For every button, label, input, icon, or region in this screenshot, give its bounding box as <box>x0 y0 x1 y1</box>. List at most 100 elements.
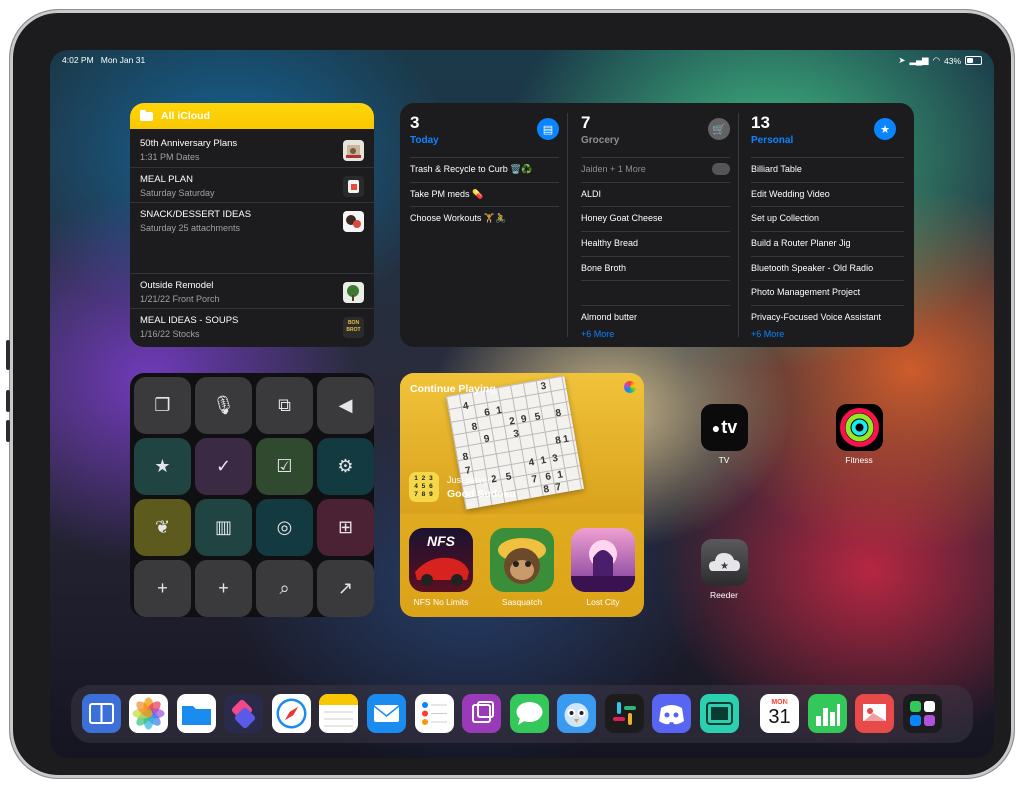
shortcut-calendar-check-button[interactable]: ✓ <box>195 438 252 495</box>
reminder-item[interactable]: Edit Wedding Video <box>751 181 904 207</box>
reminder-item[interactable]: Honey Goat Cheese <box>581 206 730 231</box>
more-link[interactable]: +6 More <box>751 329 784 339</box>
reminder-item[interactable]: Billiard Table <box>751 157 904 182</box>
reminder-item[interactable]: Trash & Recycle to Curb 🗑️♻️ <box>410 157 559 182</box>
shortcut-plus-button[interactable]: + <box>195 560 252 617</box>
list-count: 3 <box>410 113 420 132</box>
reminders-widget[interactable]: 3 Today ▤ Trash & Recycle to Curb 🗑️♻️ T… <box>400 103 914 347</box>
safari-icon[interactable] <box>272 694 311 733</box>
shortcut-steam-button[interactable]: ⚙ <box>317 438 374 495</box>
note-item[interactable]: SNACK/DESSERT IDEAS Saturday 25 attachme… <box>130 202 374 237</box>
game-center-widget[interactable]: Continue Playing 461 382 958 938 781 254… <box>400 373 644 617</box>
game-center-icon <box>624 381 636 393</box>
notes-folder-header[interactable]: All iCloud <box>130 103 374 129</box>
split-view-icon[interactable] <box>82 694 121 733</box>
sidecar-icon[interactable] <box>700 694 739 733</box>
continue-playing-panel[interactable]: Continue Playing 461 382 958 938 781 254… <box>400 373 644 514</box>
shortcut-calendar-star-button[interactable]: ★ <box>134 438 191 495</box>
library-icon: ▥ <box>214 517 232 537</box>
checkbox-icon: ☑ <box>276 456 293 476</box>
reminders-list-personal[interactable]: 13 Personal ★ Billiard Table Edit Weddin… <box>741 103 914 347</box>
calendar-day-text: 31 <box>768 706 791 728</box>
play-back-icon: ◀ <box>338 395 353 415</box>
shortcut-play-back-button[interactable]: ◀ <box>317 377 374 434</box>
note-item[interactable]: 50th Anniversary Plans 1:31 PM Dates <box>130 132 374 167</box>
files-icon[interactable] <box>177 694 216 733</box>
steering-wheel-icon: ◎ <box>276 517 293 537</box>
reminder-items: Billiard Table Edit Wedding Video Set up… <box>751 157 904 330</box>
shortcut-leaf-button[interactable]: ❦ <box>134 499 191 556</box>
note-title: Outside Remodel <box>140 280 214 291</box>
note-item[interactable]: MEAL IDEAS - SOUPS 1/16/22 Stocks BON BR… <box>130 308 374 343</box>
shortcut-scan-text-button[interactable]: ⧉ <box>256 377 313 434</box>
shortcut-search-button[interactable]: ⌕ <box>256 560 313 617</box>
tv-app-icon[interactable]: ● tv <box>701 404 748 451</box>
avatars-icon <box>712 163 730 175</box>
shortcuts-icon[interactable] <box>224 694 263 733</box>
cart-icon: 🛒 <box>708 118 730 140</box>
reminder-item[interactable]: Choose Workouts 🏋️🚴 <box>410 206 559 231</box>
note-item[interactable]: MEAL PLAN Saturday Saturday <box>130 167 374 202</box>
app-label: Fitness <box>845 455 873 465</box>
reminder-item[interactable]: Take PM meds 💊 <box>410 181 559 207</box>
location-icon: ➤ <box>898 55 906 65</box>
slack-icon[interactable] <box>605 694 644 733</box>
discord-icon[interactable] <box>652 694 691 733</box>
star-icon: ★ <box>874 118 896 140</box>
craft-icon[interactable] <box>462 694 501 733</box>
sudoku-icon-digits: 1 2 3 4 5 6 7 8 9 <box>414 475 434 498</box>
note-title: SNACK/DESSERT IDEAS <box>140 209 252 220</box>
app-library-icon[interactable] <box>903 694 942 733</box>
reminder-items: Jaiden + 1 More ALDI Honey Goat Cheese H… <box>581 157 730 330</box>
mail-icon[interactable] <box>367 694 406 733</box>
note-subtitle: 1:31 PM Dates <box>140 152 200 162</box>
nfs-logo-text: NFS <box>427 533 455 549</box>
reminders-icon[interactable] <box>415 694 454 733</box>
more-link[interactable]: +6 More <box>581 329 614 339</box>
shortcut-arrow-out-button[interactable]: ↗ <box>317 560 374 617</box>
shortcut-steering-wheel-button[interactable]: ◎ <box>256 499 313 556</box>
reminder-item[interactable]: Privacy-Focused Voice Assistant <box>751 305 904 330</box>
messages-icon[interactable] <box>510 694 549 733</box>
shortcut-library-button[interactable]: ▥ <box>195 499 252 556</box>
notes-widget[interactable]: All iCloud 50th Anniversary Plans 1:31 P… <box>130 103 374 347</box>
nfs-no-limits-icon[interactable]: NFS <box>409 528 473 592</box>
reeder-app-icon[interactable]: ★ <box>701 539 748 586</box>
shortcut-new-file-button[interactable]: + <box>134 560 191 617</box>
status-bar: 4:02 PM Mon Jan 31 ➤ ▂▄▆ ◠ 43% <box>62 53 982 69</box>
reminder-item[interactable] <box>581 280 730 305</box>
reminder-item[interactable]: ALDI <box>581 181 730 207</box>
leaf-icon: ❦ <box>154 517 171 537</box>
reminder-item[interactable]: Bluetooth Speaker - Old Radio <box>751 255 904 281</box>
reminder-item[interactable]: Build a Router Planer Jig <box>751 231 904 256</box>
reminder-item[interactable]: Healthy Bread <box>581 231 730 256</box>
note-item[interactable]: Outside Remodel 1/21/22 Front Porch <box>130 273 374 308</box>
photos-icon[interactable] <box>129 694 168 733</box>
arrow-out-icon: ↗ <box>337 578 354 598</box>
reminder-item-shared[interactable]: Jaiden + 1 More <box>581 157 730 182</box>
note-subtitle: 1/16/22 Stocks <box>140 329 200 339</box>
reminder-item[interactable]: Almond butter <box>581 305 730 330</box>
volume-down-button <box>6 420 10 442</box>
shortcut-microphone-button[interactable]: 🎙 <box>195 377 252 434</box>
reminders-list-today[interactable]: 3 Today ▤ Trash & Recycle to Curb 🗑️♻️ T… <box>400 103 567 347</box>
reminder-item[interactable]: Set up Collection <box>751 206 904 231</box>
notes-icon[interactable] <box>319 694 358 733</box>
reminders-list-grocery[interactable]: 7 Grocery 🛒 Jaiden + 1 More ALDI Honey G… <box>571 103 738 347</box>
reminder-item[interactable]: Bone Broth <box>581 255 730 281</box>
reminder-item[interactable]: Photo Management Project <box>751 280 904 305</box>
numbers-icon[interactable] <box>808 694 847 733</box>
wifi-icon: ◠ <box>932 55 940 65</box>
fitness-app-icon[interactable] <box>836 404 883 451</box>
note-thumbnail <box>343 211 364 232</box>
list-title: Today <box>410 135 439 146</box>
calendar-icon[interactable]: MON 31 <box>760 694 799 733</box>
sasquatch-icon[interactable] <box>490 528 554 592</box>
shortcut-checkbox-button[interactable]: ☑ <box>256 438 313 495</box>
list-count: 13 <box>751 113 770 132</box>
tweetbot-icon[interactable] <box>557 694 596 733</box>
shortcut-clipboard-button[interactable]: ❐ <box>134 377 191 434</box>
slideshow-icon[interactable] <box>855 694 894 733</box>
lost-city-icon[interactable] <box>571 528 635 592</box>
shortcut-inbox-add-button[interactable]: ⊞ <box>317 499 374 556</box>
